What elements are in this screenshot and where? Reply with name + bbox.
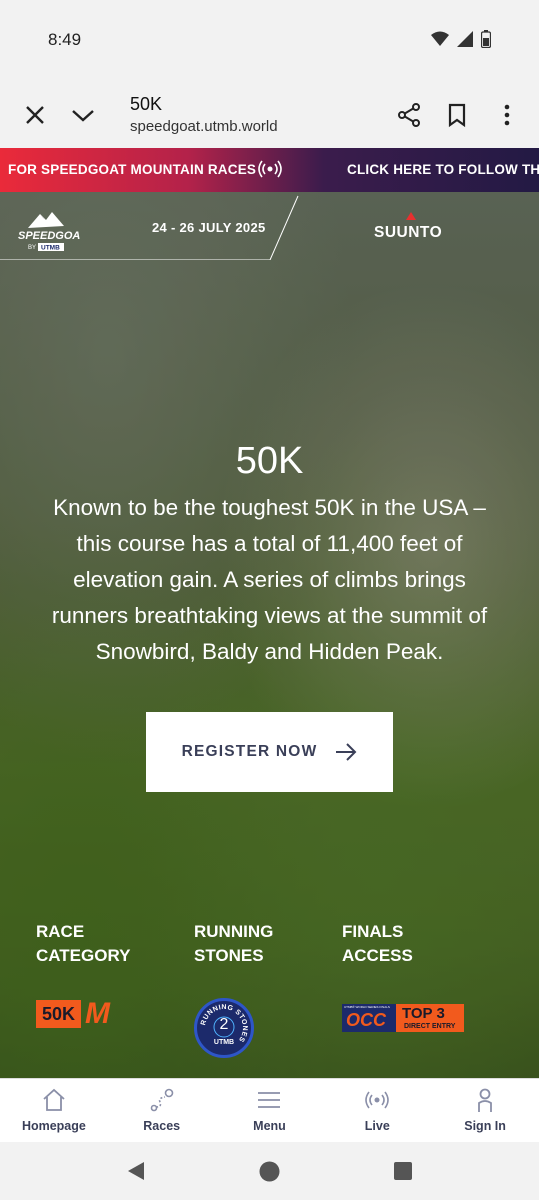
nav-homepage[interactable]: Homepage xyxy=(0,1079,108,1142)
event-dates: 24 - 26 JULY 2025 xyxy=(152,220,266,235)
stat-race-category: RACE CATEGORY xyxy=(36,922,131,965)
race-title: 50K xyxy=(235,440,304,482)
finals-badge-top: TOP 3 xyxy=(402,1005,445,1022)
nav-races[interactable]: Races xyxy=(108,1079,216,1142)
bookmark-icon[interactable] xyxy=(444,102,470,128)
chevron-down-icon[interactable] xyxy=(70,102,96,128)
menu-icon xyxy=(258,1092,281,1108)
nav-live[interactable]: Live xyxy=(323,1079,431,1142)
register-button-label: REGISTER NOW xyxy=(181,743,318,760)
home-circle-icon[interactable] xyxy=(259,1161,280,1182)
recents-icon[interactable] xyxy=(394,1162,412,1180)
finals-badge-small: UTMB® WORLD SERIES FINALS xyxy=(344,1005,390,1009)
svg-text:UTMB: UTMB xyxy=(41,245,60,252)
suunto-triangle-icon xyxy=(406,212,416,220)
ticker-item[interactable]: FOR SPEEDGOAT MOUNTAIN RACES xyxy=(8,162,256,177)
wifi-icon xyxy=(431,31,449,46)
bottom-navigation: Homepage Races Menu Live Sign In xyxy=(0,1078,539,1142)
page-title: 50K xyxy=(130,94,163,114)
share-icon[interactable] xyxy=(396,102,422,128)
live-ticker-banner[interactable]: FOR SPEEDGOAT MOUNTAIN RACES CLICK HERE … xyxy=(0,148,539,192)
nav-label: Menu xyxy=(253,1119,286,1133)
svg-text:SPEEDGOAT: SPEEDGOAT xyxy=(18,230,80,242)
nav-menu[interactable]: Menu xyxy=(216,1079,324,1142)
user-icon xyxy=(478,1088,492,1112)
home-icon xyxy=(43,1088,65,1111)
nav-label: Homepage xyxy=(21,1119,86,1133)
stat-running-stones: RUNNING STONES xyxy=(194,922,274,965)
stat-finals-access: FINALS ACCESS xyxy=(342,922,413,965)
arrow-right-icon xyxy=(336,743,357,761)
race-stats: RACE CATEGORY 50K M RUNNING STONES RUNNI… xyxy=(0,920,539,1058)
nav-label: Live xyxy=(364,1119,390,1133)
status-icons xyxy=(431,30,491,48)
system-navigation-bar xyxy=(0,1142,539,1200)
nav-label: Races xyxy=(143,1119,181,1133)
race-category-badge: 50K M xyxy=(36,999,134,1029)
finals-badge-entry: DIRECT ENTRY xyxy=(404,1023,456,1030)
ticker-item[interactable]: CLICK HERE TO FOLLOW THE xyxy=(347,162,539,177)
svg-text:BY: BY xyxy=(28,245,36,251)
custom-tab-toolbar: 50K speedgoat.utmb.world xyxy=(0,82,539,148)
register-now-button[interactable]: REGISTER NOW xyxy=(146,712,393,792)
hero-section: SPEEDGOAT BY UTMB 24 - 26 JULY 2025 SUUN… xyxy=(0,192,539,1078)
sponsor-logo[interactable]: SUUNTO xyxy=(374,224,442,242)
finals-badge-race: OCC xyxy=(346,1010,386,1030)
close-icon[interactable] xyxy=(22,102,48,128)
status-time: 8:49 xyxy=(48,30,82,49)
page-url[interactable]: speedgoat.utmb.world xyxy=(130,118,278,135)
route-icon xyxy=(150,1088,173,1112)
live-icon xyxy=(365,1091,390,1109)
battery-icon xyxy=(481,30,491,48)
running-stones-brand: UTMB xyxy=(213,1039,235,1046)
back-icon[interactable] xyxy=(126,1161,146,1181)
signal-icon xyxy=(457,31,473,47)
nav-label: Sign In xyxy=(464,1119,506,1133)
running-stones-value: 2 xyxy=(219,1016,229,1033)
status-bar: 8:49 xyxy=(0,0,539,82)
finals-access-badge: UTMB® WORLD SERIES FINALS OCC TOP 3 DIRE… xyxy=(342,1004,464,1032)
speedgoat-logo[interactable]: SPEEDGOAT BY UTMB xyxy=(14,206,88,252)
live-broadcast-icon xyxy=(258,160,282,178)
race-description: Known to be the toughest 50K in the USA … xyxy=(51,495,488,664)
running-stones-badge: RUNNING STONES 2 UTMB xyxy=(194,998,254,1058)
nav-sign-in[interactable]: Sign In xyxy=(431,1079,539,1142)
more-vert-icon[interactable] xyxy=(494,102,520,128)
